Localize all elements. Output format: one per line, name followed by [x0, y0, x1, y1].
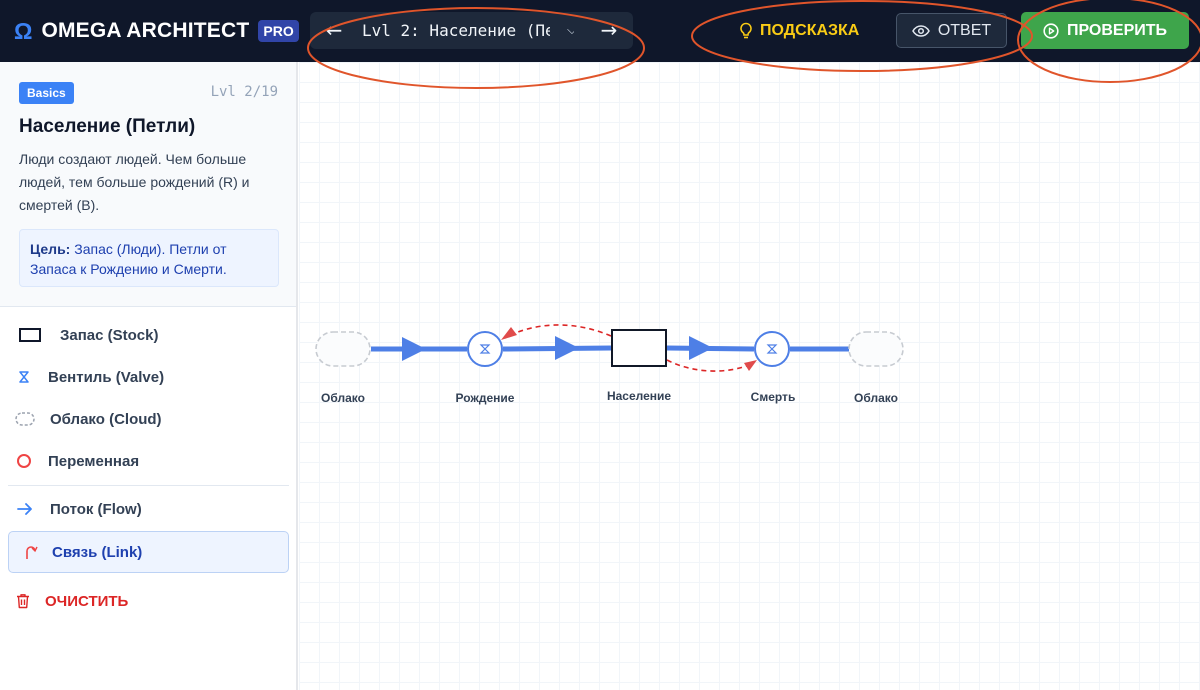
level-title: Население (Петли) [19, 116, 196, 137]
tools-divider [8, 485, 289, 486]
link-arrowhead [744, 360, 757, 371]
category-badge: Basics [19, 82, 74, 104]
app-title: OMEGA ARCHITECT [41, 19, 250, 42]
check-button[interactable]: ПРОВЕРИТЬ [1021, 12, 1189, 49]
label-stock-population: Население [607, 389, 671, 403]
arrow-right-icon [0, 502, 50, 516]
cloud-right[interactable] [848, 331, 904, 367]
tool-link-label: Связь (Link) [52, 543, 143, 561]
level-select-value: Lvl 2: Население (Пе [362, 21, 550, 40]
link-arrow-icon [9, 544, 52, 560]
tool-valve[interactable]: Вентиль (Valve) [0, 357, 296, 397]
level-counter: Lvl 2/19 [210, 84, 278, 100]
tool-link[interactable]: Связь (Link) [8, 531, 289, 573]
goal-box: Цель: Запас (Люди). Петли от Запаса к Ро… [19, 229, 279, 287]
stock-icon [0, 328, 60, 342]
level-description: Люди создают людей. Чем больше людей, те… [19, 151, 250, 213]
eye-icon [911, 24, 930, 37]
stock-flow-diagram: Облако Рождение Население Смерть Облако [315, 324, 904, 405]
tool-flow[interactable]: Поток (Flow) [0, 489, 296, 529]
tool-cloud[interactable]: Облако (Cloud) [0, 399, 296, 439]
level-select[interactable]: Lvl 2: Население (Пе ⌵ [362, 12, 574, 49]
label-valve-birth: Рождение [456, 391, 515, 405]
top-bar: Ω OMEGA ARCHITECT PRO ← Lvl 2: Население… [0, 0, 1200, 62]
play-circle-icon [1043, 22, 1059, 39]
next-level-button[interactable]: → [591, 12, 627, 49]
flow-arrow [689, 336, 713, 360]
label-cloud-left: Облако [321, 391, 365, 405]
tool-variable[interactable]: Переменная [0, 441, 296, 481]
cloud-icon [0, 412, 50, 426]
level-info-panel: Basics Lvl 2/19 Население (Петли) Люди с… [0, 62, 296, 307]
cloud-left[interactable] [315, 331, 371, 367]
check-label: ПРОВЕРИТЬ [1066, 21, 1168, 39]
tool-stock-label: Запас (Stock) [60, 326, 159, 344]
link-arrowhead [501, 327, 517, 340]
diagram-canvas[interactable]: Облако Рождение Население Смерть Облако [299, 62, 1200, 690]
clear-button[interactable]: ОЧИСТИТЬ [0, 581, 296, 621]
flow-arrow [555, 336, 579, 360]
tool-valve-label: Вентиль (Valve) [48, 368, 165, 386]
answer-button[interactable]: ОТВЕТ [896, 13, 1007, 48]
valve-icon [0, 371, 48, 383]
tool-variable-label: Переменная [48, 452, 140, 470]
tool-flow-label: Поток (Flow) [50, 500, 142, 518]
link-stock-to-birth[interactable] [504, 324, 612, 339]
hint-label: ПОДСКАЗКА [760, 22, 860, 39]
tool-cloud-label: Облако (Cloud) [50, 410, 162, 428]
goal-label: Цель: [30, 241, 71, 257]
pro-badge: PRO [258, 20, 299, 42]
trash-icon [0, 593, 45, 609]
label-valve-death: Смерть [751, 390, 796, 404]
tool-stock[interactable]: Запас (Stock) [0, 315, 296, 355]
link-stock-to-death[interactable] [666, 359, 752, 372]
omega-icon: Ω [14, 18, 33, 44]
answer-label: ОТВЕТ [937, 21, 992, 39]
level-navigator: ← Lvl 2: Население (Пе ⌵ → [310, 12, 633, 49]
prev-level-button[interactable]: ← [316, 12, 352, 49]
flow-arrow [402, 337, 426, 361]
chevron-down-icon: ⌵ [567, 23, 574, 38]
variable-icon [0, 453, 48, 469]
clear-label: ОЧИСТИТЬ [45, 592, 129, 610]
label-cloud-right: Облако [854, 391, 898, 405]
sidebar: Basics Lvl 2/19 Население (Петли) Люди с… [0, 62, 298, 690]
stock-population[interactable] [611, 329, 667, 367]
brand: Ω OMEGA ARCHITECT PRO [14, 18, 299, 44]
lightbulb-icon [740, 22, 752, 39]
hint-button[interactable]: ПОДСКАЗКА [738, 18, 859, 44]
